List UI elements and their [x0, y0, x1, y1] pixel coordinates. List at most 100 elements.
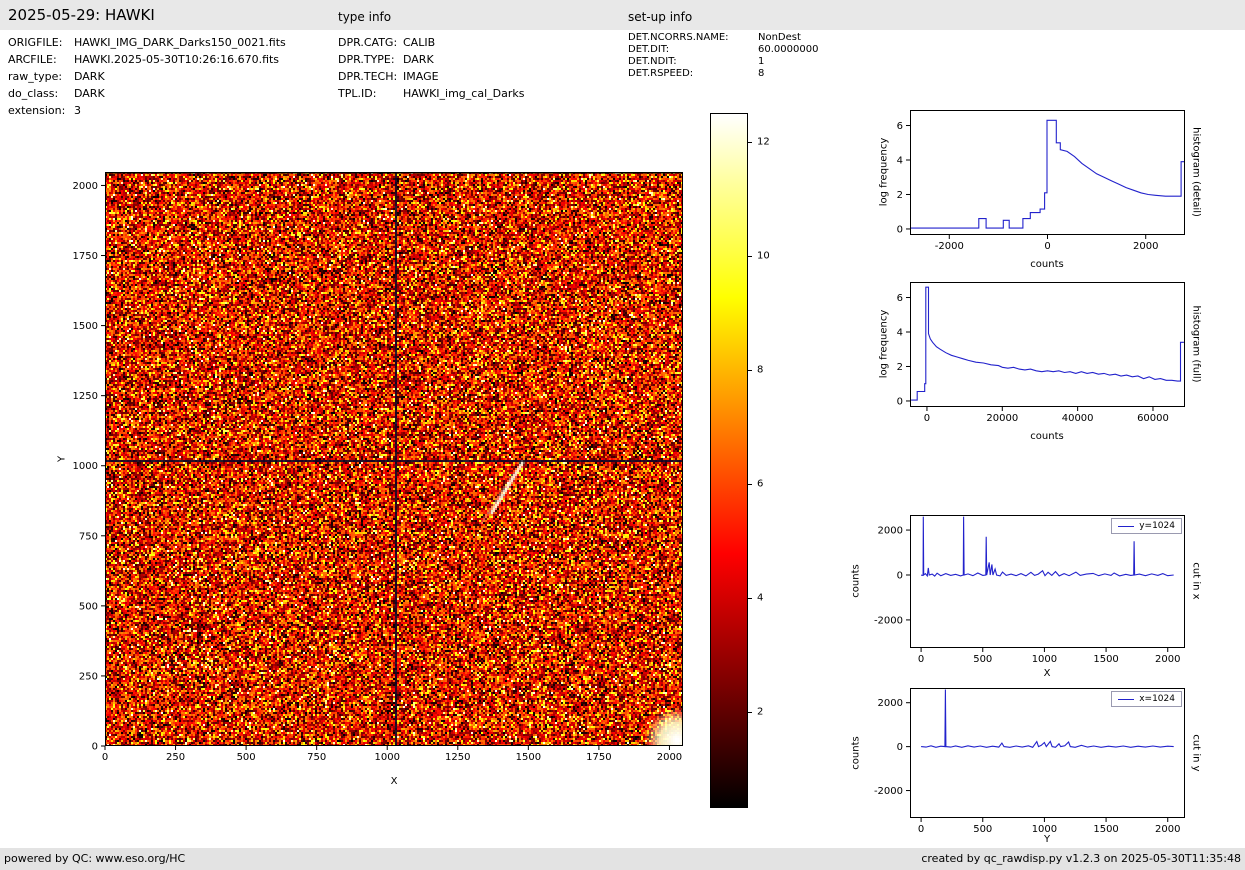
svg-text:2000: 2000 [1155, 654, 1180, 665]
histogram-full-xlabel: counts [1030, 431, 1063, 442]
svg-text:0: 0 [918, 824, 924, 835]
svg-text:1000: 1000 [73, 461, 98, 472]
dark-frame-axes: 0250500750100012501500175020000250500750… [105, 172, 683, 746]
svg-text:1500: 1500 [73, 321, 98, 332]
svg-text:0: 0 [897, 224, 903, 235]
svg-text:750: 750 [307, 752, 326, 763]
footer-bar: powered by QC: www.eso.org/HC created by… [0, 848, 1245, 870]
colorbar-tick [748, 484, 752, 485]
colorbar-tick-label: 4 [757, 593, 763, 604]
field-value: 1 [758, 56, 764, 68]
footer-right-text: created by qc_rawdisp.py v1.2.3 on 2025-… [921, 852, 1241, 865]
field-label: extension: [8, 102, 74, 119]
info-row: DET.NCORRS.NAME:NonDest [628, 32, 818, 44]
svg-text:1500: 1500 [1093, 654, 1118, 665]
info-row: DET.RSPEED:8 [628, 68, 818, 80]
svg-text:2000: 2000 [1155, 824, 1180, 835]
field-value: HAWKI_img_cal_Darks [403, 85, 524, 102]
colorbar: 24681012 [710, 113, 748, 808]
legend-label: x=1024 [1139, 693, 1175, 705]
field-label: raw_type: [8, 68, 74, 85]
cut-in-x-ylabel: counts [851, 564, 862, 597]
setup-info-block: DET.NCORRS.NAME:NonDest DET.DIT:60.00000… [628, 32, 818, 80]
file-info-block: ORIGFILE:HAWKI_IMG_DARK_Darks150_0021.fi… [8, 34, 286, 119]
cut-in-y-legend: x=1024 [1111, 691, 1182, 707]
svg-text:2000: 2000 [1133, 241, 1158, 252]
legend-line-icon [1118, 526, 1134, 527]
cut-in-x-title: cut in x [1191, 562, 1202, 599]
type-info-heading: type info [338, 10, 391, 24]
info-row: extension:3 [8, 102, 286, 119]
field-label: DET.DIT: [628, 44, 758, 56]
svg-text:0: 0 [1044, 241, 1050, 252]
histogram-full-title: histogram (full) [1191, 305, 1202, 382]
field-value: CALIB [403, 34, 435, 51]
svg-text:1000: 1000 [375, 752, 400, 763]
cut-in-x-plot: 0500100015002000-200002000 y=1024 [910, 515, 1185, 648]
histogram-full-axes: 02000040000600000246 [910, 282, 1185, 407]
info-row: TPL.ID:HAWKI_img_cal_Darks [338, 85, 524, 102]
colorbar-gradient [710, 113, 748, 808]
svg-text:1000: 1000 [1032, 654, 1057, 665]
svg-text:0: 0 [918, 654, 924, 665]
svg-text:1250: 1250 [73, 391, 98, 402]
svg-text:-2000: -2000 [935, 241, 964, 252]
histogram-detail-axes: -2000020000246 [910, 110, 1185, 235]
field-value: IMAGE [403, 68, 439, 85]
colorbar-tick-label: 6 [757, 478, 763, 489]
field-label: DPR.TYPE: [338, 51, 403, 68]
main-xlabel: X [391, 776, 398, 787]
svg-text:250: 250 [79, 671, 98, 682]
legend-label: y=1024 [1139, 520, 1175, 532]
info-row: DET.DIT:60.0000000 [628, 44, 818, 56]
field-label: do_class: [8, 85, 74, 102]
field-label: DPR.TECH: [338, 68, 403, 85]
info-row: raw_type:DARK [8, 68, 286, 85]
svg-text:2000: 2000 [878, 526, 903, 537]
field-label: DPR.CATG: [338, 34, 403, 51]
svg-text:0: 0 [897, 742, 903, 753]
field-value: HAWKI_IMG_DARK_Darks150_0021.fits [74, 34, 286, 51]
svg-text:1750: 1750 [586, 752, 611, 763]
svg-text:0: 0 [924, 413, 930, 424]
svg-text:0: 0 [92, 742, 98, 753]
field-label: DET.NDIT: [628, 56, 758, 68]
qc-report-page: 2025-05-29: HAWKI type info set-up info … [0, 0, 1245, 870]
info-row: DPR.TECH:IMAGE [338, 68, 524, 85]
colorbar-tick [748, 256, 752, 257]
svg-text:-2000: -2000 [874, 615, 903, 626]
svg-text:750: 750 [79, 531, 98, 542]
cut-in-y-title: cut in y [1191, 734, 1202, 771]
svg-text:-2000: -2000 [874, 786, 903, 797]
svg-text:20000: 20000 [986, 413, 1018, 424]
info-row: do_class:DARK [8, 85, 286, 102]
field-label: DET.NCORRS.NAME: [628, 32, 758, 44]
field-label: DET.RSPEED: [628, 68, 758, 80]
main-ylabel: Y [57, 456, 68, 462]
field-value: HAWKI.2025-05-30T10:26:16.670.fits [74, 51, 279, 68]
field-value: DARK [74, 68, 105, 85]
colorbar-tick [748, 598, 752, 599]
svg-text:4: 4 [897, 328, 903, 339]
info-row: ORIGFILE:HAWKI_IMG_DARK_Darks150_0021.fi… [8, 34, 286, 51]
cut-in-y-xlabel: Y [1044, 834, 1050, 845]
svg-text:500: 500 [79, 601, 98, 612]
svg-text:500: 500 [973, 824, 992, 835]
dark-frame-plot: 0250500750100012501500175020000250500750… [105, 172, 683, 746]
svg-text:0: 0 [102, 752, 108, 763]
info-row: DET.NDIT:1 [628, 56, 818, 68]
svg-text:2000: 2000 [878, 698, 903, 709]
cut-in-y-plot: 0500100015002000-200002000 x=1024 [910, 688, 1185, 818]
field-label: ORIGFILE: [8, 34, 74, 51]
svg-text:2000: 2000 [657, 752, 682, 763]
svg-text:4: 4 [897, 156, 903, 167]
colorbar-tick [748, 370, 752, 371]
svg-text:1250: 1250 [445, 752, 470, 763]
histogram-detail-xlabel: counts [1030, 259, 1063, 270]
cut-in-y-axes: 0500100015002000-200002000 [910, 688, 1185, 818]
histogram-full-plot: 02000040000600000246 [910, 282, 1185, 407]
header-bar: 2025-05-29: HAWKI type info set-up info [0, 0, 1245, 30]
cut-in-y-ylabel: counts [851, 736, 862, 769]
field-value: 3 [74, 102, 81, 119]
page-title: 2025-05-29: HAWKI [8, 6, 155, 24]
